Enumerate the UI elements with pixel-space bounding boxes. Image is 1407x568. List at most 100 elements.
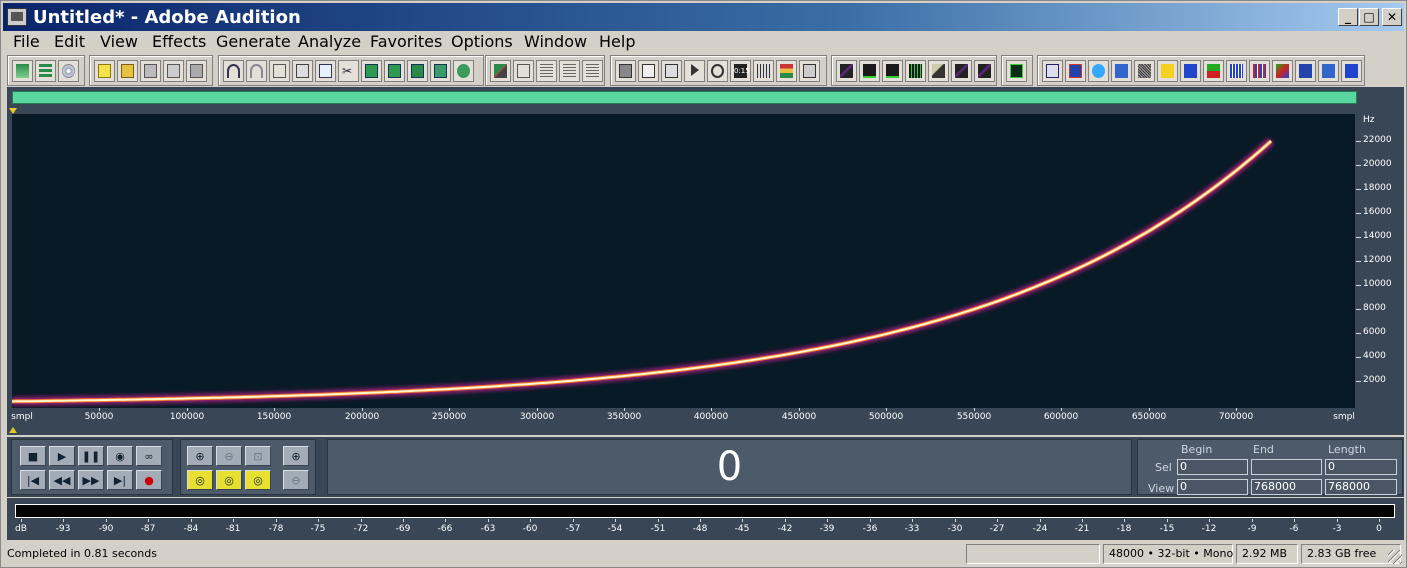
meter-tick: [1209, 519, 1210, 522]
zoom-left-button[interactable]: ◎: [216, 470, 242, 490]
fav-ff2-button[interactable]: [1341, 60, 1362, 82]
dynamics-button[interactable]: [905, 60, 926, 82]
fav-sti-button[interactable]: [1318, 60, 1339, 82]
snap-zero-button[interactable]: [582, 60, 603, 82]
copy-new-button[interactable]: [292, 60, 313, 82]
scan-button[interactable]: [707, 60, 728, 82]
find-zero-button[interactable]: [453, 60, 474, 82]
frequency-analysis-button[interactable]: [1006, 60, 1027, 82]
loop-button[interactable]: ∞: [136, 446, 162, 466]
fav-noise-button[interactable]: [1134, 60, 1155, 82]
sel-length-field[interactable]: 0: [1325, 459, 1397, 475]
zoom-out-vertical-button[interactable]: ⊖: [283, 470, 309, 490]
fast-forward-button[interactable]: ▶▶: [78, 470, 104, 490]
view-begin-field[interactable]: 0: [1177, 479, 1248, 495]
end-marker-icon[interactable]: [9, 427, 17, 433]
sel-begin-field[interactable]: 0: [1177, 459, 1248, 475]
go-to-end-button[interactable]: ▶|: [107, 470, 133, 490]
fav-ap42-button[interactable]: [1065, 60, 1086, 82]
organizer-button[interactable]: [799, 60, 820, 82]
normalize-button[interactable]: [882, 60, 903, 82]
envelope-button[interactable]: [490, 60, 511, 82]
edit-view-button[interactable]: [12, 60, 33, 82]
level-meter-bar[interactable]: [15, 504, 1395, 518]
redo-button[interactable]: [246, 60, 267, 82]
multitrack-view-button[interactable]: [35, 60, 56, 82]
fav-sweep-button[interactable]: [1157, 60, 1178, 82]
menu-favorites[interactable]: Favorites: [370, 32, 442, 51]
eq-button[interactable]: [974, 60, 995, 82]
menu-generate[interactable]: Generate: [216, 32, 291, 51]
delay-button[interactable]: [928, 60, 949, 82]
zoom-in-button[interactable]: ⊕: [187, 446, 213, 466]
mix-paste-button[interactable]: [407, 60, 428, 82]
cut-button[interactable]: ✂: [338, 60, 359, 82]
spectrogram[interactable]: [12, 114, 1355, 408]
fav-stripes-button[interactable]: [1249, 60, 1270, 82]
snap-ruler-button[interactable]: [536, 60, 557, 82]
waveform-display-button[interactable]: [615, 60, 636, 82]
time-display-button[interactable]: 0:15: [730, 60, 751, 82]
fav-itu-button[interactable]: [1295, 60, 1316, 82]
rewind-button[interactable]: ◀◀: [49, 470, 75, 490]
markers-button[interactable]: [661, 60, 682, 82]
grid-display-button[interactable]: [753, 60, 774, 82]
sel-end-field[interactable]: [1251, 459, 1322, 475]
app-icon[interactable]: [7, 8, 27, 26]
fav-ff-button[interactable]: [1180, 60, 1201, 82]
amplify-button[interactable]: [836, 60, 857, 82]
save-all-button[interactable]: [186, 60, 207, 82]
title-bar[interactable]: Untitled* - Adobe Audition _ □ ✕: [3, 3, 1404, 31]
stop-button[interactable]: ■: [20, 446, 46, 466]
play-button[interactable]: ▶: [49, 446, 75, 466]
copy-button[interactable]: [315, 60, 336, 82]
record-button[interactable]: ●: [136, 470, 162, 490]
zoom-selection-button[interactable]: ◎: [187, 470, 213, 490]
zoom-in-vertical-button[interactable]: ⊕: [283, 446, 309, 466]
close-button[interactable]: ✕: [1382, 8, 1402, 26]
undo-button[interactable]: [223, 60, 244, 82]
snap-grid-button[interactable]: [559, 60, 580, 82]
paste-button[interactable]: [361, 60, 382, 82]
overview-bar[interactable]: [12, 91, 1357, 104]
fav-mq-button[interactable]: [1088, 60, 1109, 82]
menu-view[interactable]: View: [100, 32, 138, 51]
fav-varp-button[interactable]: [1111, 60, 1132, 82]
save-as-button[interactable]: [163, 60, 184, 82]
level-display-button[interactable]: [776, 60, 797, 82]
minimize-button[interactable]: _: [1338, 8, 1358, 26]
save-button[interactable]: [140, 60, 161, 82]
maximize-button[interactable]: □: [1359, 8, 1379, 26]
play-to-end-button[interactable]: ◉: [107, 446, 133, 466]
fav-color-button[interactable]: [1272, 60, 1293, 82]
silence-button[interactable]: [513, 60, 534, 82]
noise-reduction-button[interactable]: [859, 60, 880, 82]
menu-edit[interactable]: Edit: [54, 32, 85, 51]
new-file-button[interactable]: [94, 60, 115, 82]
go-to-start-button[interactable]: |◀: [20, 470, 46, 490]
zoom-full-button[interactable]: ⊡: [245, 446, 271, 466]
pause-button[interactable]: ❚❚: [78, 446, 104, 466]
menu-options[interactable]: Options: [451, 32, 513, 51]
open-file-button[interactable]: [117, 60, 138, 82]
menu-file[interactable]: File: [13, 32, 40, 51]
menu-help[interactable]: Help: [599, 32, 635, 51]
trim-button[interactable]: [430, 60, 451, 82]
reverb-button[interactable]: [951, 60, 972, 82]
view-end-field[interactable]: 768000: [1251, 479, 1322, 495]
zoom-right-button[interactable]: ◎: [245, 470, 271, 490]
menu-analyze[interactable]: Analyze: [298, 32, 361, 51]
paste-new-button[interactable]: [384, 60, 405, 82]
fav-bars-button[interactable]: [1226, 60, 1247, 82]
resize-grip-icon[interactable]: [1388, 550, 1402, 564]
cd-view-button[interactable]: [58, 60, 79, 82]
menu-effects[interactable]: Effects: [152, 32, 206, 51]
repeat-button[interactable]: [269, 60, 290, 82]
menu-window[interactable]: Window: [524, 32, 587, 51]
zoom-out-button[interactable]: ⊖: [216, 446, 242, 466]
fav-wave-button[interactable]: [1203, 60, 1224, 82]
info-button[interactable]: [638, 60, 659, 82]
view-length-field[interactable]: 768000: [1325, 479, 1397, 495]
fav-ap4-button[interactable]: [1042, 60, 1063, 82]
cue-button[interactable]: [684, 60, 705, 82]
